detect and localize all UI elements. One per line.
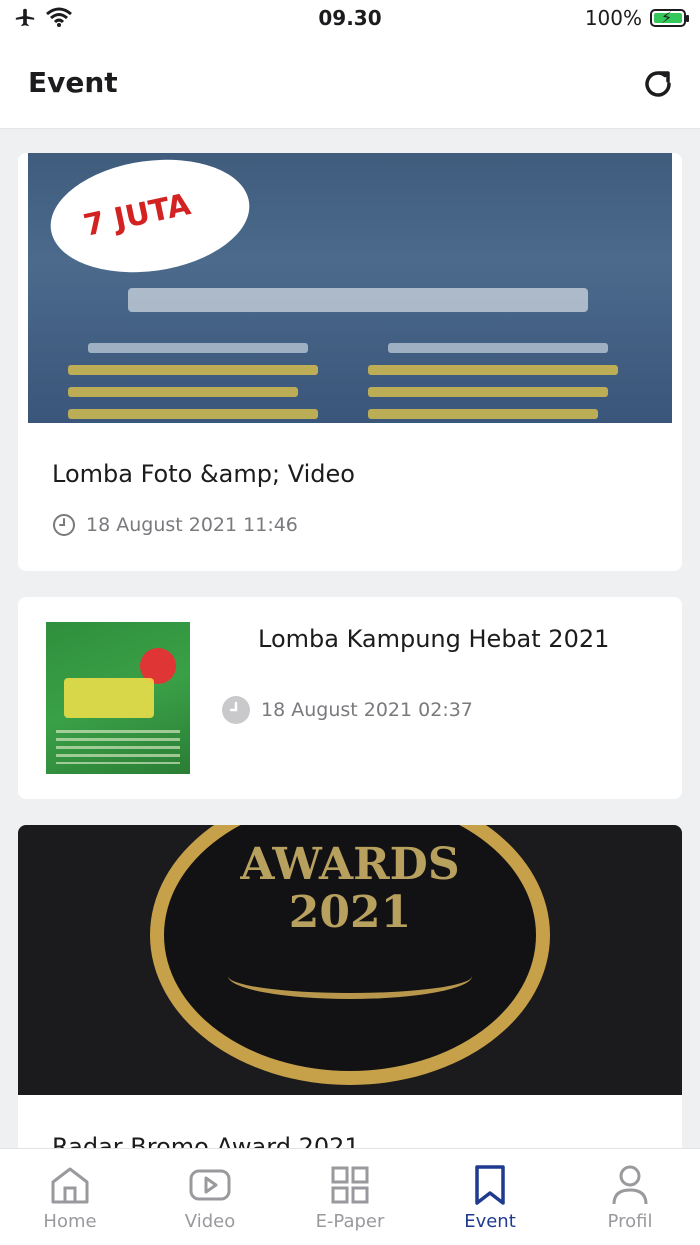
tab-home[interactable]: Home bbox=[0, 1149, 140, 1245]
home-icon bbox=[51, 1167, 89, 1204]
clock-icon bbox=[53, 514, 75, 536]
refresh-icon[interactable] bbox=[638, 64, 678, 104]
event-image: 7 JUTA bbox=[28, 153, 672, 423]
tab-label: Event bbox=[464, 1211, 516, 1232]
event-feed[interactable]: 7 JUTA Lomba Foto &amp; Video 18 August … bbox=[0, 129, 700, 1148]
clock-icon bbox=[222, 696, 250, 724]
grid-icon bbox=[331, 1166, 369, 1204]
bookmark-icon bbox=[475, 1165, 505, 1205]
event-title[interactable]: Lomba Kampung Hebat 2021 bbox=[258, 625, 609, 653]
thumbnail-text-lines bbox=[56, 730, 180, 764]
status-bar: 09.30 100% ⚡ bbox=[0, 0, 700, 36]
event-title[interactable]: Radar Bromo Award 2021 bbox=[52, 1133, 360, 1148]
status-right: 100% ⚡ bbox=[584, 6, 689, 30]
tab-epaper[interactable]: E-Paper bbox=[280, 1149, 420, 1245]
event-card[interactable]: 7 JUTA Lomba Foto &amp; Video 18 August … bbox=[18, 153, 682, 571]
tab-label: Video bbox=[184, 1211, 236, 1232]
page-title: Event bbox=[28, 66, 118, 99]
event-card[interactable]: AWARDS 2021 Radar Bromo Award 2021 bbox=[18, 825, 682, 1148]
header: Event bbox=[0, 36, 700, 129]
event-card[interactable]: Lomba Kampung Hebat 2021 18 August 2021 … bbox=[18, 597, 682, 799]
image-tagline-bar bbox=[128, 288, 588, 312]
award-image-text: AWARDS 2021 bbox=[18, 841, 682, 937]
battery-icon: ⚡ bbox=[650, 8, 689, 27]
event-title[interactable]: Lomba Foto &amp; Video bbox=[52, 460, 355, 488]
tab-label: Profil bbox=[607, 1211, 653, 1232]
tab-event[interactable]: Event bbox=[420, 1149, 560, 1245]
event-date-row: 18 August 2021 11:46 bbox=[52, 513, 298, 537]
tab-video[interactable]: Video bbox=[140, 1149, 280, 1245]
award-laurel bbox=[228, 953, 472, 999]
event-date: 18 August 2021 11:46 bbox=[86, 514, 298, 536]
battery-percentage: 100% bbox=[584, 6, 642, 30]
event-image: AWARDS 2021 bbox=[18, 825, 682, 1095]
award-line-1: AWARDS bbox=[240, 839, 460, 890]
award-line-2: 2021 bbox=[288, 887, 412, 938]
tab-bar: Home Video E-Paper Event Profil bbox=[0, 1148, 700, 1245]
event-thumbnail bbox=[46, 622, 190, 774]
tab-label: E-Paper bbox=[315, 1211, 385, 1232]
person-icon bbox=[612, 1165, 648, 1205]
event-date-row: 18 August 2021 02:37 bbox=[221, 695, 473, 725]
thumbnail-heading bbox=[64, 678, 154, 718]
tab-profil[interactable]: Profil bbox=[560, 1149, 700, 1245]
video-icon bbox=[189, 1169, 231, 1201]
event-date: 18 August 2021 02:37 bbox=[261, 699, 473, 721]
tab-label: Home bbox=[43, 1211, 97, 1232]
